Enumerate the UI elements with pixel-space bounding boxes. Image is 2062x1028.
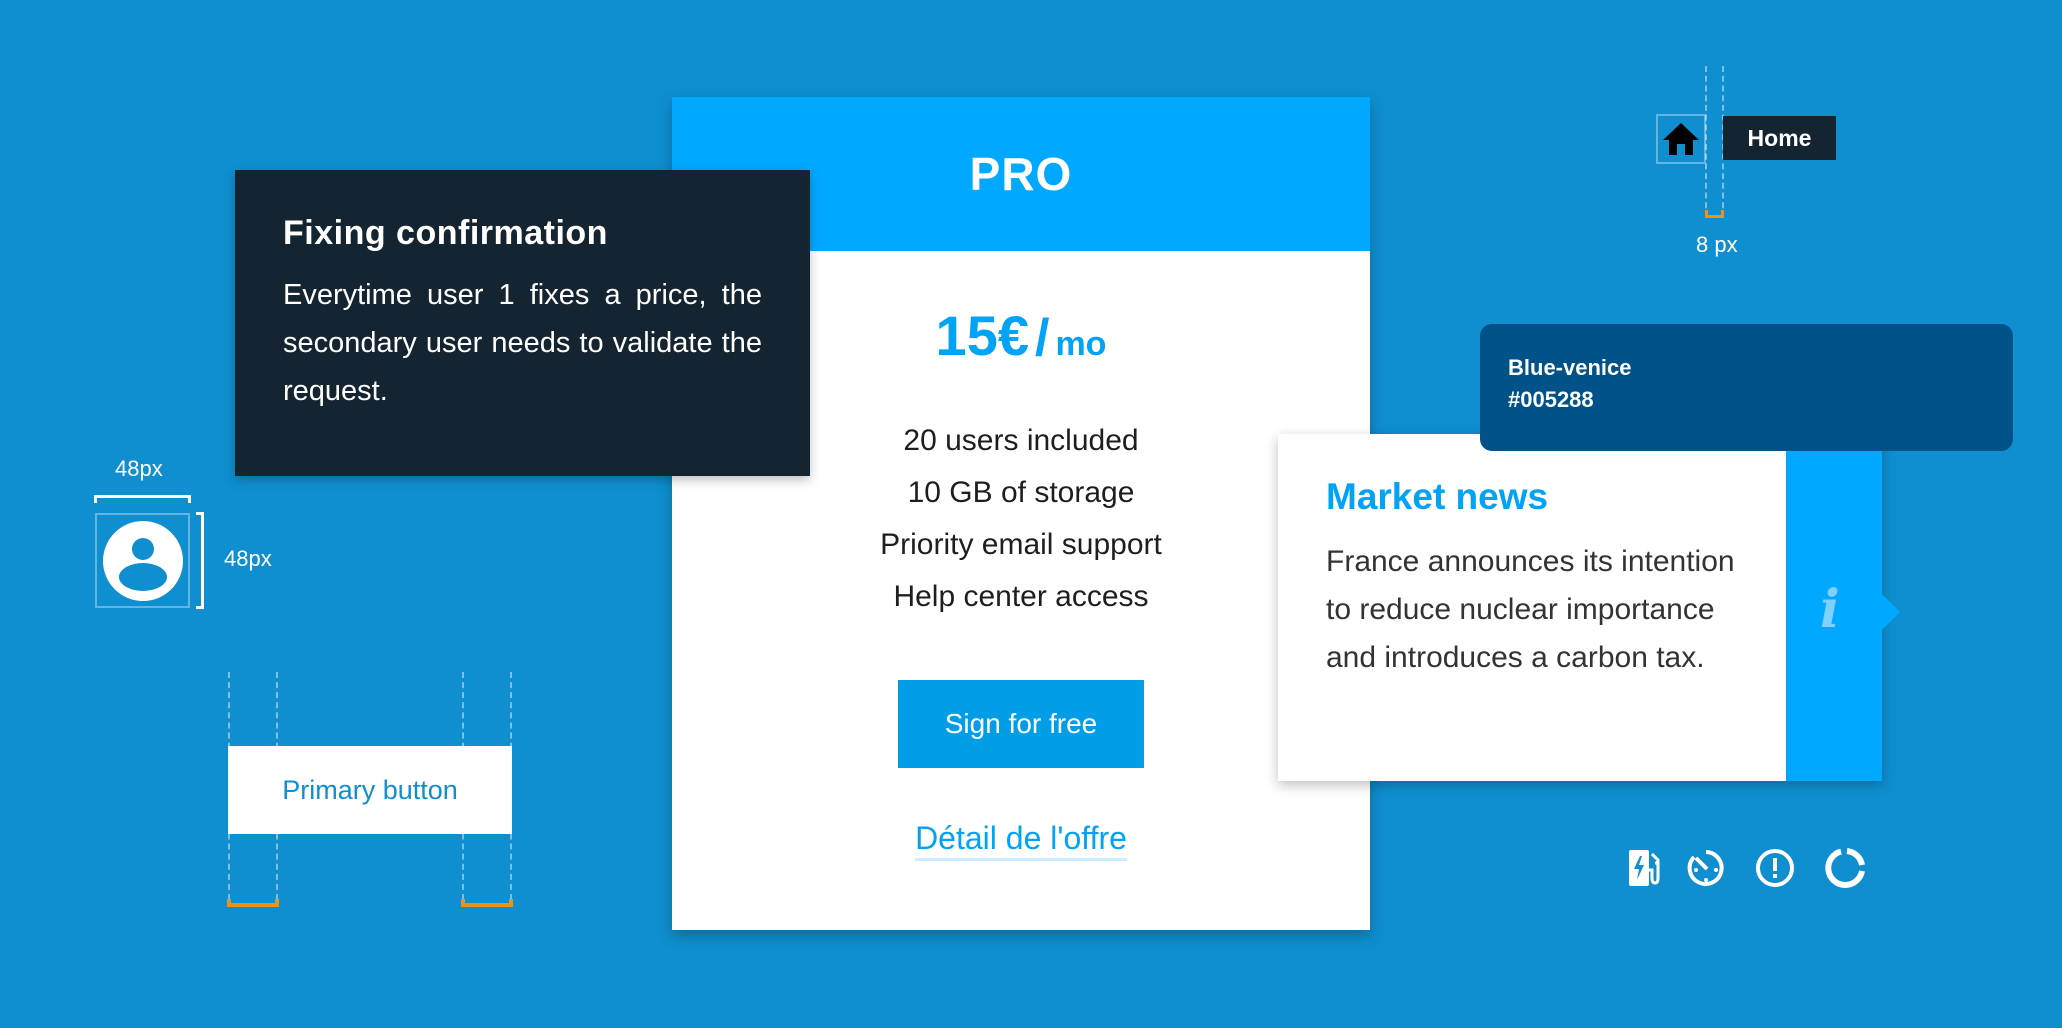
news-body: France announces its intention to reduce… [1326, 545, 1735, 674]
donut-ring-icon[interactable] [1825, 848, 1865, 888]
feature-item: Help center access [893, 580, 1149, 613]
news-content: Market news France announces its intenti… [1326, 476, 1756, 682]
color-swatch-tooltip: Blue-venice #005288 [1480, 324, 2013, 451]
fixing-confirmation-card: Fixing confirmation Everytime user 1 fix… [235, 170, 810, 476]
avatar-width-label: 48px [115, 456, 163, 481]
confirmation-title: Fixing confirmation [283, 214, 608, 252]
confirmation-body: Everytime user 1 fixes a price, the seco… [283, 279, 762, 407]
gap-bracket [1705, 210, 1724, 218]
feature-item: Priority email support [880, 528, 1162, 561]
strip-arrow [1882, 594, 1900, 630]
ev-charging-station-icon[interactable] [1626, 848, 1666, 888]
price-separator: / [1034, 309, 1050, 367]
padding-bracket-left [227, 899, 279, 907]
offer-detail-link[interactable]: Détail de l'offre [672, 820, 1370, 861]
primary-button[interactable]: Primary button [228, 746, 512, 834]
news-title: Market news [1326, 476, 1549, 517]
sign-for-free-button[interactable]: Sign for free [898, 680, 1144, 768]
gap-label: 8 px [1696, 232, 1738, 257]
market-news-card: Market news France announces its intenti… [1278, 434, 1900, 781]
plan-name: PRO [969, 148, 1073, 200]
price-unit: mo [1055, 325, 1107, 363]
swatch-hex: #005288 [1508, 387, 1594, 412]
padding-bracket-right [461, 899, 513, 907]
avatar-height-label: 48px [224, 546, 272, 571]
home-icon-frame[interactable] [1656, 114, 1706, 164]
info-icon: i [1820, 579, 1840, 640]
home-icon [1663, 123, 1699, 155]
avatar-frame[interactable] [95, 513, 190, 608]
width-bracket [94, 495, 191, 503]
height-bracket [196, 512, 204, 609]
price-amount: 15€ [935, 304, 1029, 367]
alert-circle-icon[interactable] [1755, 848, 1795, 888]
timer-icon[interactable] [1686, 848, 1726, 888]
avatar-icon [102, 520, 183, 601]
home-nav-label[interactable]: Home [1723, 116, 1836, 160]
news-info-strip: i [1786, 434, 1900, 781]
swatch-name: Blue-venice [1508, 355, 1632, 380]
offer-detail-link-label[interactable]: Détail de l'offre [915, 820, 1127, 861]
